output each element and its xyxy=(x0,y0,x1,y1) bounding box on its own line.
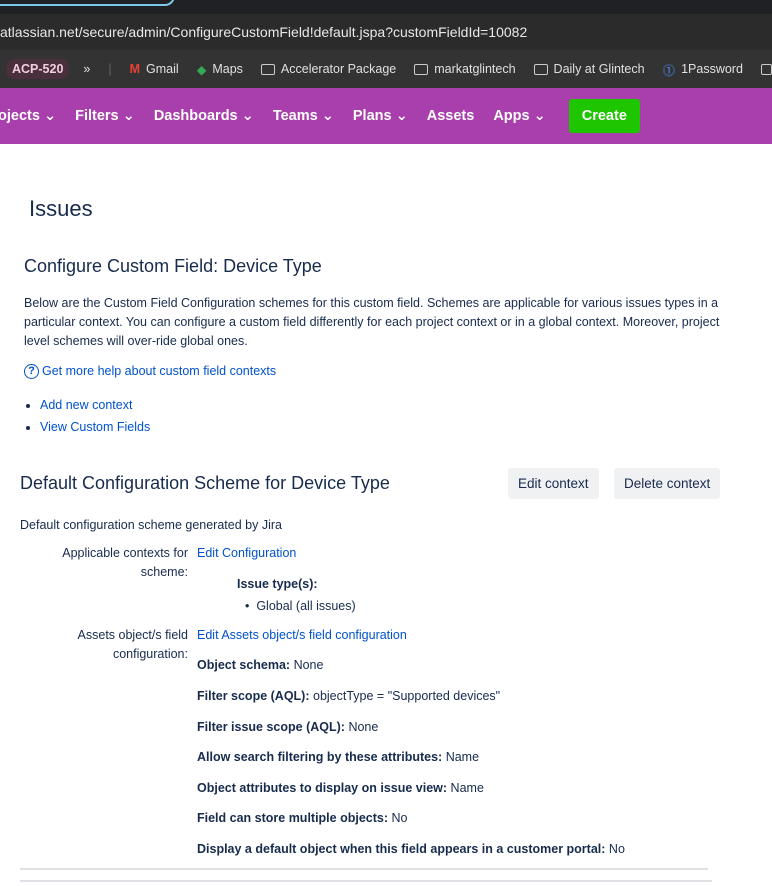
help-icon: ? xyxy=(24,364,39,379)
folder-icon xyxy=(533,63,548,75)
divider: | xyxy=(108,62,112,76)
divider xyxy=(20,868,708,870)
delete-context-button[interactable]: Delete context xyxy=(614,468,721,499)
edit-assets-link[interactable]: Edit Assets object/s field configuration xyxy=(197,626,407,645)
url-text: atlassian.net/secure/admin/ConfigureCust… xyxy=(0,24,528,40)
folder-icon xyxy=(414,63,429,75)
context-links: Add new context View Custom Fields xyxy=(40,394,150,438)
nav-apps[interactable]: Apps ⌄ xyxy=(493,108,545,124)
top-navigation: ojects ⌄ Filters ⌄ Dashboards ⌄ Teams ⌄ … xyxy=(0,88,772,144)
bookmark-daily[interactable]: Daily at Glintech xyxy=(533,62,645,76)
bookmarks-bar: ACP-520 » | M Gmail ◆ Maps Accelerator Pac… xyxy=(0,50,772,88)
more-bookmarks-button[interactable]: » xyxy=(83,62,90,76)
nav-assets[interactable]: Assets xyxy=(427,108,475,124)
address-bar[interactable]: atlassian.net/secure/admin/ConfigureCust… xyxy=(0,14,772,50)
view-custom-fields-link[interactable]: View Custom Fields xyxy=(40,420,150,434)
bookmark-accelerator[interactable]: Accelerator Package xyxy=(260,62,396,76)
configure-heading: Configure Custom Field: Device Type xyxy=(24,256,322,276)
maps-icon: ◆ xyxy=(196,62,207,77)
issue-types-label: Issue type(s): xyxy=(237,577,318,591)
create-button[interactable]: Create xyxy=(568,99,640,133)
1password-icon: ⓵ xyxy=(662,63,676,78)
contexts-label: Applicable contexts for scheme: xyxy=(62,546,188,579)
asset-properties: Object schema: None Filter scope (AQL): … xyxy=(197,658,625,856)
scheme-title: Default Configuration Scheme for Device … xyxy=(20,473,390,493)
help-link[interactable]: ? Get more help about custom field conte… xyxy=(24,362,276,381)
nav-dashboards[interactable]: Dashboards ⌄ xyxy=(154,108,254,124)
tab-group-chip[interactable]: ACP-520 xyxy=(6,59,70,79)
assets-label: Assets object/s field configuration: xyxy=(77,628,188,661)
folder-icon xyxy=(760,63,772,75)
nav-teams[interactable]: Teams ⌄ xyxy=(273,108,334,124)
issue-type-item: • Global (all issues) xyxy=(245,599,356,613)
scheme-subtitle: Default configuration scheme generated b… xyxy=(20,518,282,532)
bookmark-gmail[interactable]: M Gmail xyxy=(130,62,179,76)
divider xyxy=(20,880,712,882)
bookmark-maps[interactable]: ◆ Maps xyxy=(197,62,243,77)
description: Below are the Custom Field Configuration… xyxy=(24,296,720,348)
page-title: Issues xyxy=(29,196,93,221)
edit-context-button[interactable]: Edit context xyxy=(508,468,599,499)
edit-configuration-link[interactable]: Edit Configuration xyxy=(197,544,296,563)
nav-filters[interactable]: Filters ⌄ xyxy=(75,108,135,124)
add-new-context-link[interactable]: Add new context xyxy=(40,398,132,412)
bookmark-markatglintech[interactable]: markatglintech xyxy=(414,62,516,76)
folder-icon xyxy=(260,63,275,75)
nav-projects[interactable]: ojects ⌄ xyxy=(0,108,56,124)
bookmark-1password[interactable]: ⓵ 1Password xyxy=(663,60,743,79)
gmail-icon: M xyxy=(129,62,141,76)
active-browser-tab[interactable] xyxy=(0,0,175,6)
nav-plans[interactable]: Plans ⌄ xyxy=(353,108,408,124)
